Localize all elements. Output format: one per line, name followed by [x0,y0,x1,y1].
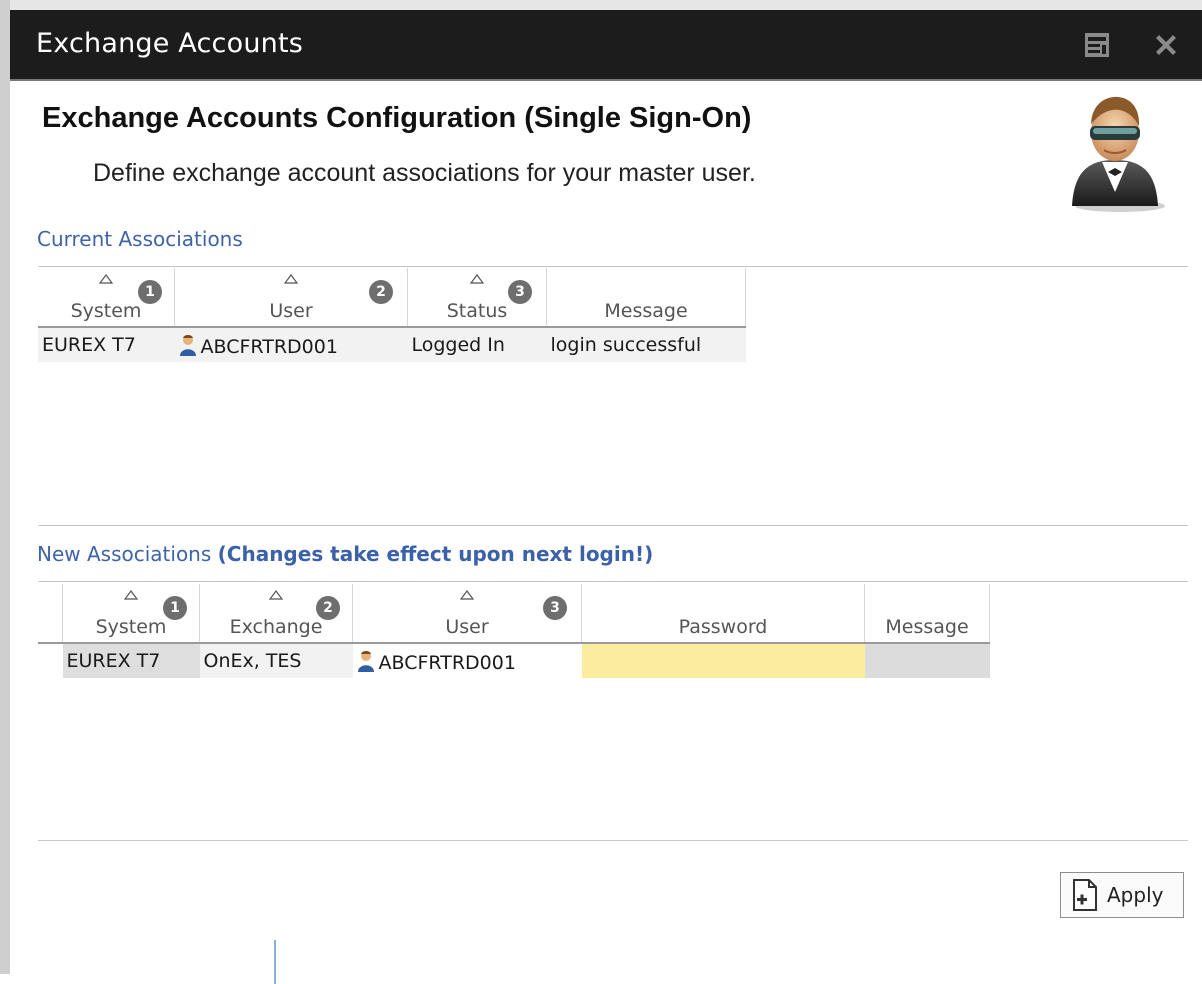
user-figure-icon [1060,88,1170,213]
cell-status: Logged In [407,327,547,362]
sort-asc-icon [284,274,298,284]
window-title: Exchange Accounts [36,28,303,59]
apply-label: Apply [1107,883,1164,907]
cell-user-text: ABCFRTRD001 [200,335,338,358]
table-row[interactable]: EUREX T7 ABCFRTRD001 Logged In login suc… [38,327,746,362]
panel-icon[interactable] [1084,32,1110,58]
column-header-status[interactable]: 3 Status [407,268,547,328]
close-icon[interactable] [1153,32,1179,58]
cell-system: EUREX T7 [38,327,175,362]
divider [38,525,1188,526]
password-input[interactable] [585,643,865,679]
divider [38,266,1188,267]
column-header-user[interactable]: 3 User [352,584,582,644]
sort-order-badge: 3 [543,596,567,620]
sort-asc-icon [460,590,474,600]
column-header-message[interactable]: Message [546,268,746,328]
cell-system: EUREX T7 [62,643,200,678]
text-cursor [274,940,276,984]
current-associations-title: Current Associations [37,227,243,251]
column-label: Password [678,616,768,638]
new-associations-table: 1 System 2 Exchange 3 User Password Mess… [38,584,990,679]
cell-user: ABCFRTRD001 [174,327,408,362]
column-label: Status [446,300,508,322]
user-icon [179,334,196,356]
divider [38,840,1188,841]
title-bar[interactable]: Exchange Accounts [10,10,1202,81]
window-frame-top [0,0,1202,10]
sort-asc-icon [99,274,113,284]
cell-user-text: ABCFRTRD001 [378,651,516,674]
column-label: System [95,616,167,638]
sort-asc-icon [470,274,484,284]
column-label: Message [604,300,688,322]
column-header-password[interactable]: Password [581,584,865,644]
sort-order-badge: 1 [138,280,162,304]
sort-order-badge: 2 [316,596,340,620]
cell-message [864,643,990,678]
apply-button[interactable]: Apply [1060,872,1184,918]
page-title: Exchange Accounts Configuration (Single … [42,102,752,134]
window-frame-left [0,0,10,974]
current-associations-label: Current Associations [37,227,243,251]
row-selector[interactable] [38,643,63,678]
cell-exchange: OnEx, TES [199,643,353,678]
divider [38,581,1188,582]
user-icon [357,650,374,672]
column-header-exchange[interactable]: 2 Exchange [199,584,353,644]
column-label: System [70,300,142,322]
new-associations-label: New Associations (Changes take effect up… [37,542,653,566]
column-header-message[interactable]: Message [864,584,990,644]
column-header-user[interactable]: 2 User [174,268,408,328]
password-cell[interactable] [581,643,865,679]
page-subtitle: Define exchange account associations for… [93,159,756,187]
sort-order-badge: 3 [508,280,532,304]
sort-asc-icon [269,590,283,600]
table-row[interactable]: EUREX T7 OnEx, TES ABCFRTRD001 [38,643,990,679]
sort-asc-icon [124,590,138,600]
add-document-icon [1073,879,1097,911]
new-associations-title: New Associations [37,542,212,566]
new-associations-note: (Changes take effect upon next login!) [217,542,654,566]
column-header-system[interactable]: 1 System [62,584,200,644]
cell-user: ABCFRTRD001 [352,643,582,678]
sort-order-badge: 2 [369,280,393,304]
column-label: User [445,616,489,638]
cell-message: login successful [546,327,746,362]
current-associations-table: 1 System 2 User 3 Status Message EUREX T… [38,268,746,362]
column-header-select[interactable] [38,584,63,644]
sort-order-badge: 1 [163,596,187,620]
exchange-accounts-window: Exchange Accounts Exchange Accounts Conf… [10,10,1202,984]
column-header-system[interactable]: 1 System [38,268,175,328]
column-label: User [269,300,313,322]
column-label: Message [885,616,969,638]
